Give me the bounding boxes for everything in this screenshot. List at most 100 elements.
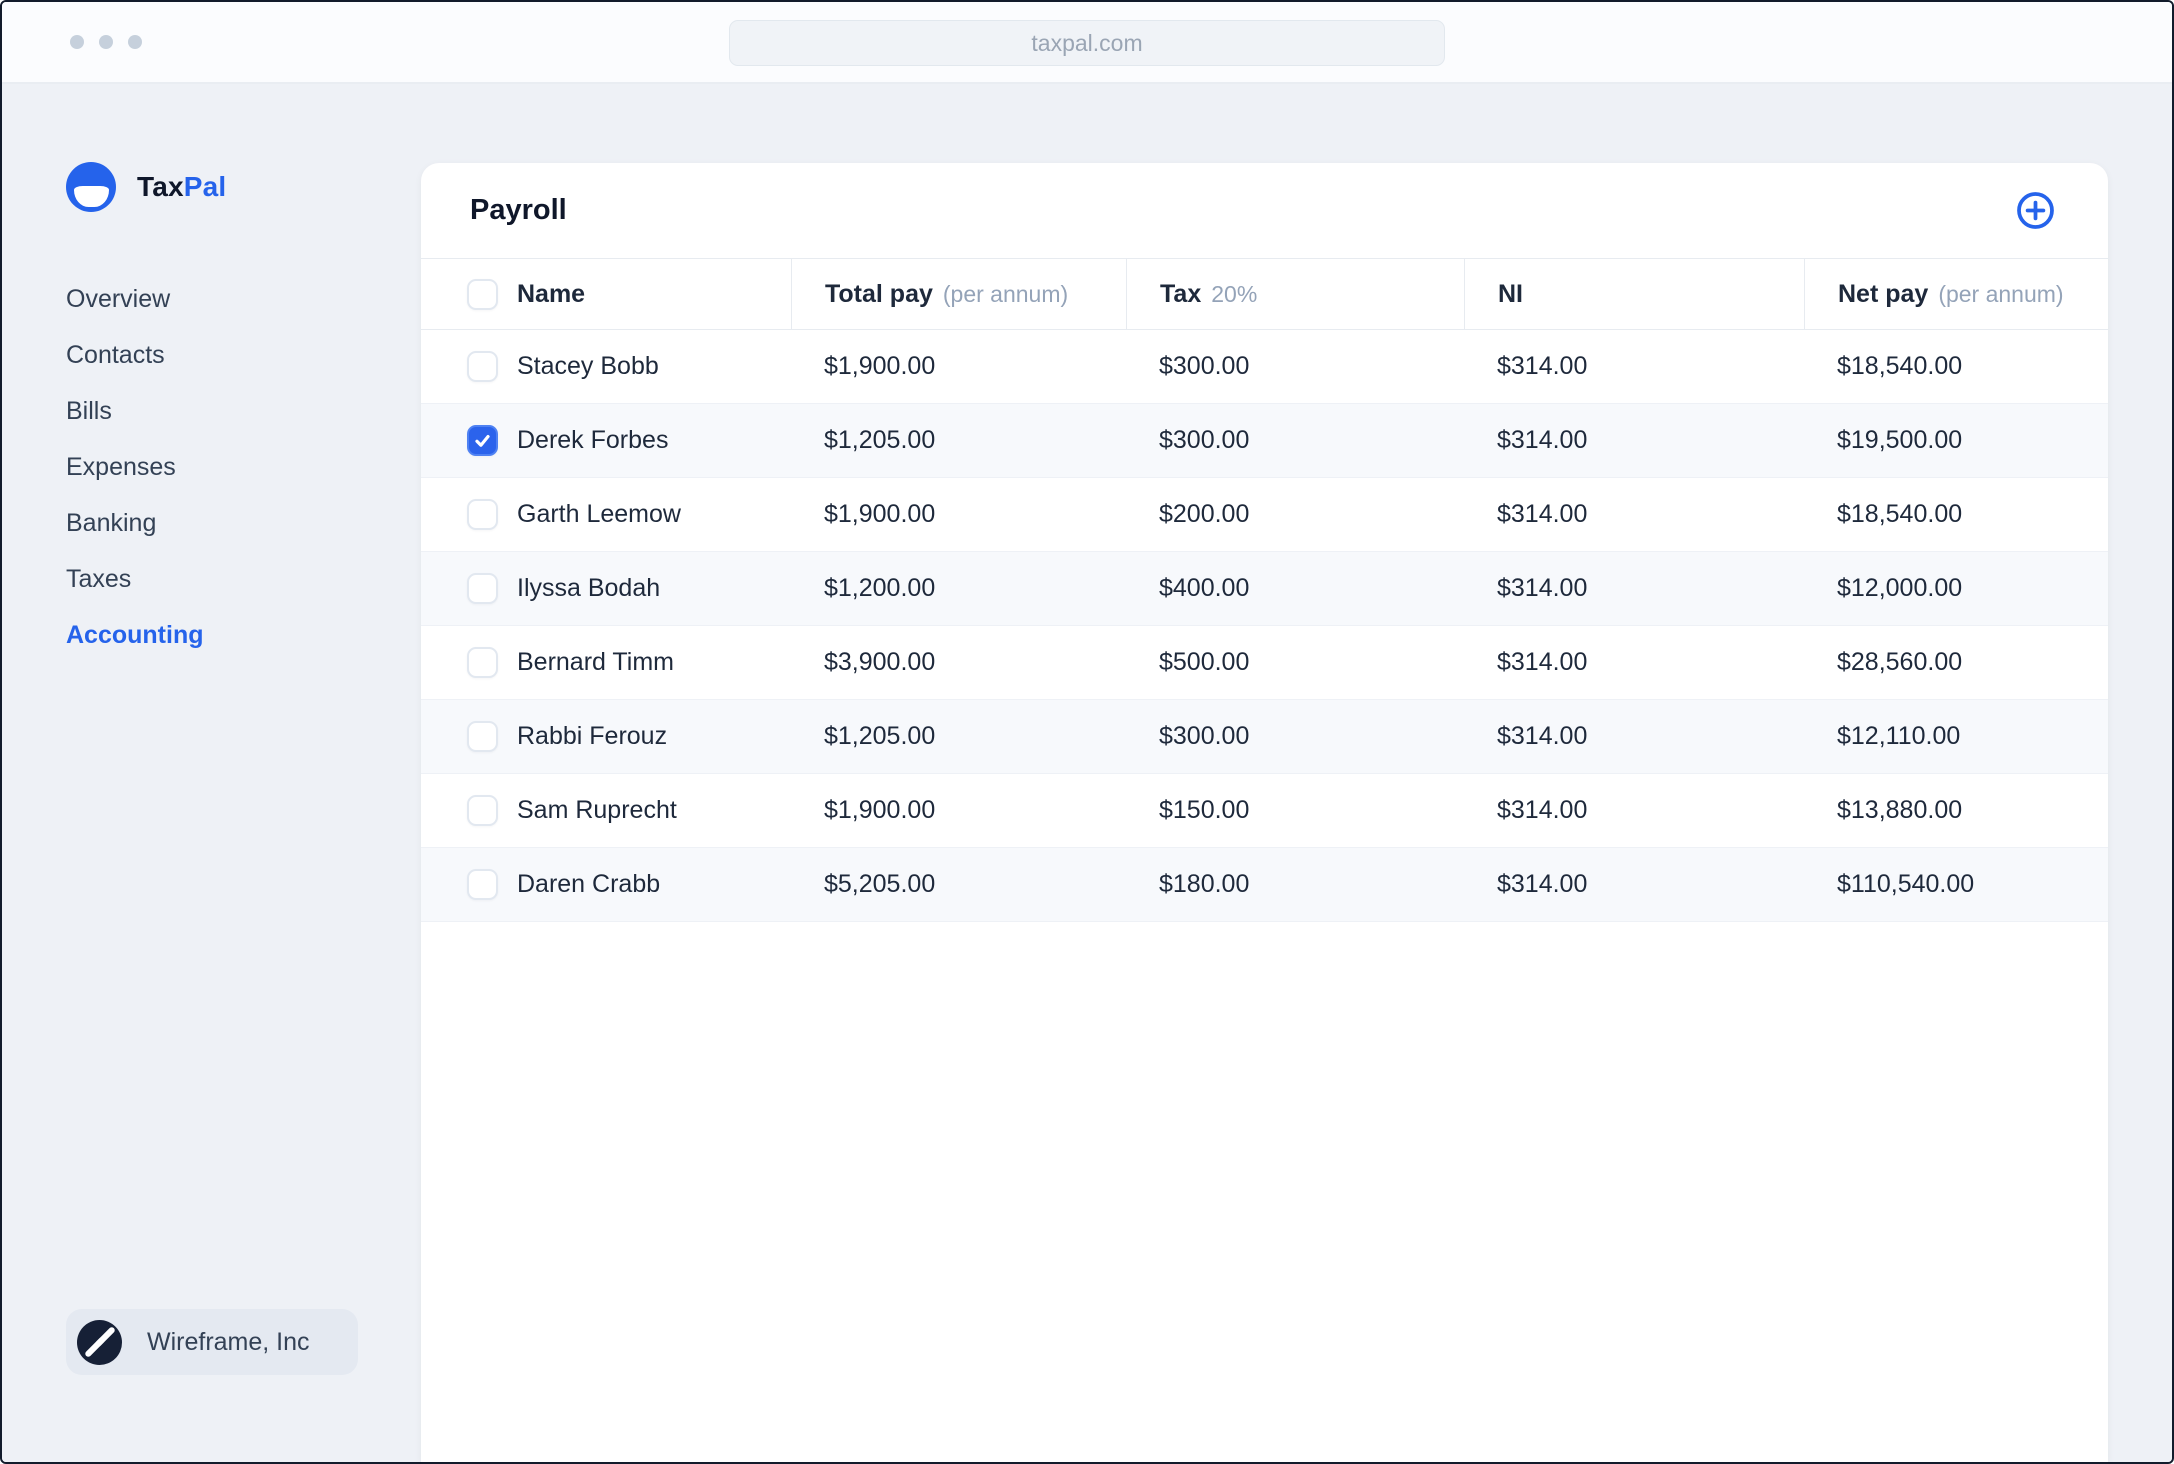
window-control-dot[interactable] — [99, 35, 113, 49]
table-row: Stacey Bobb $1,900.00 $300.00 $314.00 $18,54… — [421, 330, 2108, 404]
table-row: Derek Forbes $1,205.00 $300.00 $314.00 $19,5… — [421, 404, 2108, 478]
table-header-name: Name — [421, 259, 791, 329]
employee-name: Bernard Timm — [517, 648, 674, 676]
row-checkbox[interactable] — [467, 647, 498, 678]
table-row: Ilyssa Bodah $1,200.00 $400.00 $314.00 $12,0… — [421, 552, 2108, 626]
cell-net-pay: $18,540.00 — [1837, 352, 1963, 380]
cell-name: Daren Crabb — [421, 848, 791, 921]
address-bar-url: taxpal.com — [1031, 29, 1143, 56]
row-checkbox[interactable] — [467, 869, 498, 900]
sidebar-item-taxes[interactable]: Taxes — [66, 551, 131, 607]
cell-name: Bernard Timm — [421, 626, 791, 699]
window-control-dot[interactable] — [128, 35, 142, 49]
row-checkbox[interactable] — [467, 499, 498, 530]
cell-total-pay: $1,900.00 — [824, 352, 936, 380]
sidebar-item-bills[interactable]: Bills — [66, 383, 112, 439]
sidebar-item-expenses[interactable]: Expenses — [66, 439, 176, 495]
app-logo[interactable]: TaxPal — [66, 162, 421, 212]
cell-name: Rabbi Ferouz — [421, 700, 791, 773]
table-header-total-pay: Total pay (per annum) — [791, 259, 1126, 329]
table-header-tax: Tax 20% — [1126, 259, 1464, 329]
sidebar-item-overview[interactable]: Overview — [66, 271, 170, 327]
page-title: Payroll — [470, 194, 567, 226]
cell-ni: $314.00 — [1497, 352, 1588, 380]
cell-tax: $400.00 — [1159, 574, 1250, 602]
address-bar[interactable]: taxpal.com — [729, 20, 1445, 66]
employee-name: Rabbi Ferouz — [517, 722, 668, 750]
organization-name: Wireframe, Inc — [147, 1327, 310, 1356]
cell-total-pay: $1,205.00 — [824, 426, 936, 454]
window-control-dot[interactable] — [70, 35, 84, 49]
cell-tax: $300.00 — [1159, 352, 1250, 380]
cell-tax: $500.00 — [1159, 648, 1250, 676]
cell-net-pay: $12,110.00 — [1837, 722, 1961, 750]
main-area: Payroll Name Total pay (per annum) Tax 2… — [421, 84, 2172, 1462]
sidebar: TaxPal Overview Contacts Bills Expenses Bank… — [2, 84, 421, 1462]
sidebar-nav: Overview Contacts Bills Expenses Banking Taxe… — [66, 271, 421, 663]
organization-logo-icon — [77, 1319, 122, 1365]
browser-window: taxpal.com TaxPal Overview Contacts Bills E… — [0, 0, 2174, 1464]
cell-name: Ilyssa Bodah — [421, 552, 791, 625]
employee-name: Stacey Bobb — [517, 352, 659, 380]
table-row: Daren Crabb $5,205.00 $180.00 $314.00 $110,5… — [421, 848, 2108, 922]
cell-ni: $314.00 — [1497, 500, 1588, 528]
cell-name: Garth Leemow — [421, 478, 791, 551]
table-header-net-pay: Net pay (per annum) — [1804, 259, 2108, 329]
cell-name: Derek Forbes — [421, 404, 791, 477]
cell-net-pay: $110,540.00 — [1837, 870, 1975, 898]
cell-total-pay: $1,900.00 — [824, 796, 936, 824]
table-row: Garth Leemow $1,900.00 $200.00 $314.00 $18,5… — [421, 478, 2108, 552]
employee-name: Sam Ruprecht — [517, 796, 677, 824]
select-all-checkbox[interactable] — [467, 278, 498, 310]
row-checkbox[interactable] — [467, 795, 498, 826]
table-header-row: Name Total pay (per annum) Tax 20% NI Ne — [421, 258, 2108, 330]
table-row: Sam Ruprecht $1,900.00 $150.00 $314.00 $13,8… — [421, 774, 2108, 848]
cell-net-pay: $12,000.00 — [1837, 574, 1963, 602]
cell-net-pay: $13,880.00 — [1837, 796, 1963, 824]
row-checkbox[interactable] — [467, 573, 498, 604]
payroll-card: Payroll Name Total pay (per annum) Tax 2… — [421, 163, 2108, 1462]
cell-tax: $150.00 — [1159, 796, 1250, 824]
row-checkbox[interactable] — [467, 721, 498, 752]
table-row: Rabbi Ferouz $1,205.00 $300.00 $314.00 $12,1… — [421, 700, 2108, 774]
table-header-ni: NI — [1464, 259, 1804, 329]
app-content: TaxPal Overview Contacts Bills Expenses Bank… — [2, 84, 2172, 1462]
sidebar-item-banking[interactable]: Banking — [66, 495, 156, 551]
cell-total-pay: $1,900.00 — [824, 500, 936, 528]
cell-ni: $314.00 — [1497, 426, 1588, 454]
employee-name: Daren Crabb — [517, 870, 661, 898]
taxpal-logo-icon — [66, 162, 116, 212]
row-checkbox[interactable] — [467, 425, 498, 456]
payroll-card-header: Payroll — [421, 163, 2108, 258]
cell-name: Stacey Bobb — [421, 330, 791, 403]
sidebar-item-accounting[interactable]: Accounting — [66, 607, 204, 663]
browser-titlebar: taxpal.com — [2, 2, 2172, 84]
sidebar-item-contacts[interactable]: Contacts — [66, 327, 165, 383]
cell-net-pay: $18,540.00 — [1837, 500, 1963, 528]
table-row: Bernard Timm $3,900.00 $500.00 $314.00 $28,5… — [421, 626, 2108, 700]
window-controls — [70, 35, 142, 49]
app-title: TaxPal — [137, 171, 227, 202]
cell-tax: $300.00 — [1159, 722, 1250, 750]
add-employee-button[interactable] — [2014, 189, 2057, 232]
organization-switcher[interactable]: Wireframe, Inc — [66, 1309, 358, 1375]
employee-name: Garth Leemow — [517, 500, 681, 528]
cell-ni: $314.00 — [1497, 796, 1588, 824]
row-checkbox[interactable] — [467, 351, 498, 382]
cell-ni: $314.00 — [1497, 648, 1588, 676]
cell-total-pay: $1,205.00 — [824, 722, 936, 750]
cell-tax: $300.00 — [1159, 426, 1250, 454]
cell-tax: $200.00 — [1159, 500, 1250, 528]
cell-net-pay: $28,560.00 — [1837, 648, 1963, 676]
cell-ni: $314.00 — [1497, 870, 1588, 898]
cell-tax: $180.00 — [1159, 870, 1250, 898]
cell-total-pay: $5,205.00 — [824, 870, 936, 898]
cell-total-pay: $1,200.00 — [824, 574, 936, 602]
payroll-table-body: Stacey Bobb $1,900.00 $300.00 $314.00 $18,54… — [421, 330, 2108, 922]
employee-name: Ilyssa Bodah — [517, 574, 661, 602]
check-icon — [475, 434, 490, 447]
cell-name: Sam Ruprecht — [421, 774, 791, 847]
cell-net-pay: $19,500.00 — [1837, 426, 1963, 454]
cell-ni: $314.00 — [1497, 574, 1588, 602]
cell-total-pay: $3,900.00 — [824, 648, 936, 676]
